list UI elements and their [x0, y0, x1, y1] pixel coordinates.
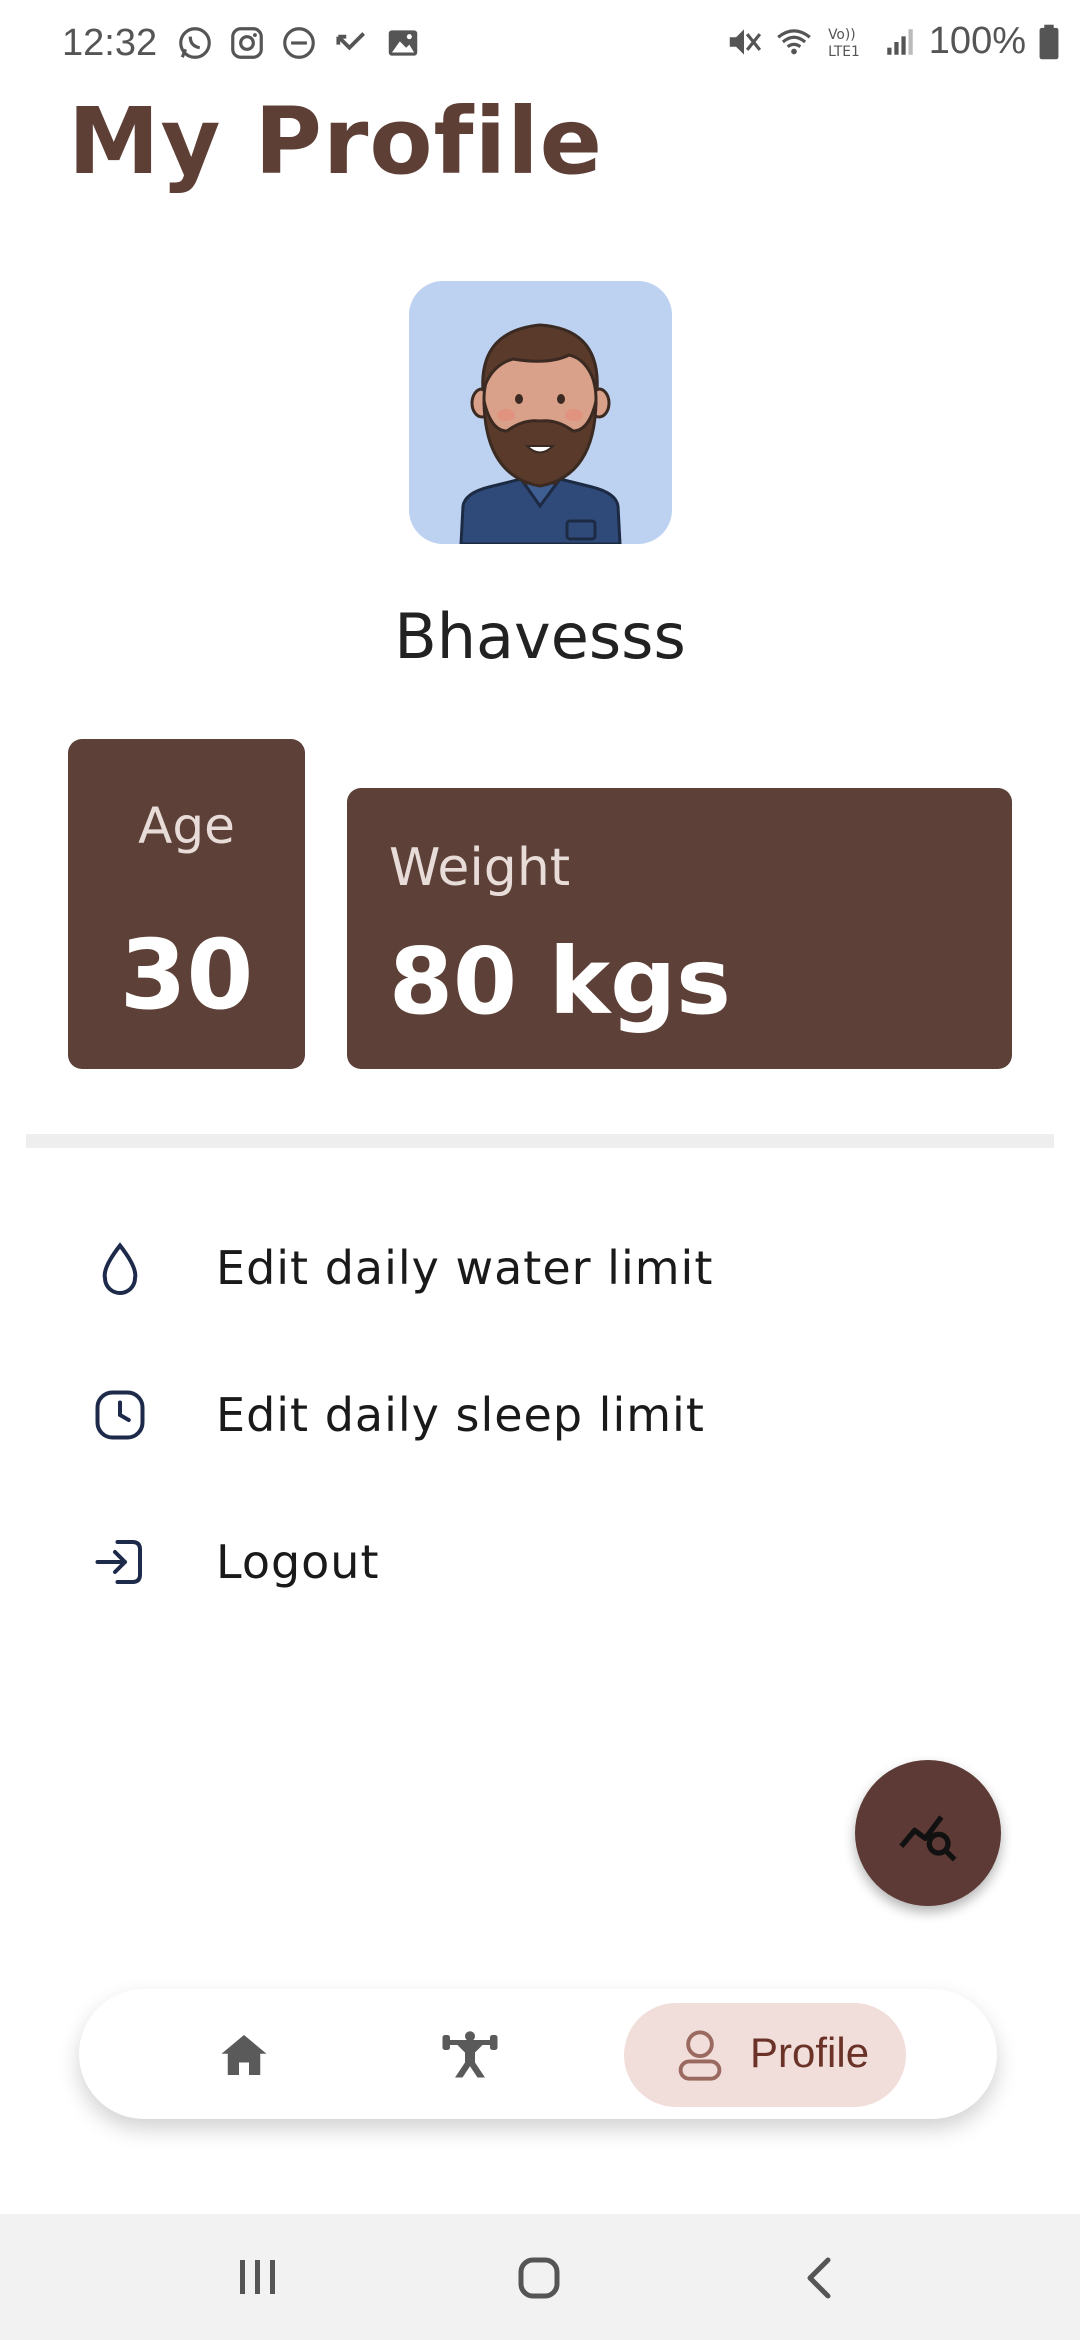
weight-card: Weight 80 kgs: [347, 788, 1012, 1069]
bearded-man-avatar: [459, 323, 622, 544]
weight-value: 80 kgs: [389, 928, 731, 1035]
home-icon[interactable]: [214, 2025, 274, 2085]
volte-icon: Vo))LTE1: [828, 26, 860, 59]
wifi-icon: [776, 28, 811, 54]
nav-profile-label: Profile: [750, 2029, 870, 2076]
svg-text:Vo)): Vo)): [828, 26, 856, 42]
age-label: Age: [138, 797, 235, 855]
menu-item-logout[interactable]: Logout: [0, 1502, 1080, 1622]
status-bar: 12:32 Vo)) LTE1 100%: [0, 0, 1080, 86]
system-nav-bar: [0, 2214, 1080, 2340]
dnd-icon: [283, 27, 315, 59]
analytics-fab[interactable]: [855, 1760, 1001, 1906]
back-icon[interactable]: [804, 2256, 834, 2300]
page-title: My Profile: [68, 88, 604, 195]
status-time: 12:32: [62, 22, 158, 64]
user-name: Bhavesss: [394, 600, 686, 673]
menu-item-label: Logout: [216, 1535, 380, 1589]
gallery-icon: [388, 30, 418, 56]
whatsapp-icon: [179, 27, 211, 59]
menu-item-label: Edit daily water limit: [216, 1241, 714, 1295]
recents-icon[interactable]: [236, 2256, 280, 2298]
fitness-icon[interactable]: [440, 2025, 500, 2085]
instagram-icon: [231, 27, 263, 59]
age-card: Age 30: [68, 739, 305, 1069]
svg-text:LTE1: LTE1: [828, 43, 860, 59]
battery-percent: 100%: [928, 20, 1026, 62]
missed-call-icon: [336, 32, 366, 51]
age-value: 30: [119, 919, 254, 1031]
menu-item-sleep-limit[interactable]: Edit daily sleep limit: [0, 1355, 1080, 1475]
avatar: [409, 281, 672, 544]
battery-icon: [1039, 24, 1059, 59]
home-button-icon[interactable]: [517, 2256, 561, 2300]
section-divider: [26, 1134, 1054, 1148]
weight-label: Weight: [389, 838, 571, 898]
bottom-nav: Profile: [79, 1989, 997, 2119]
signal-icon: [887, 28, 913, 55]
clock-icon: [95, 1390, 145, 1440]
menu-item-water-limit[interactable]: Edit daily water limit: [0, 1208, 1080, 1328]
person-icon: [678, 2030, 722, 2081]
chart-search-icon: [899, 1815, 957, 1862]
logout-icon: [95, 1540, 142, 1584]
menu-item-label: Edit daily sleep limit: [216, 1388, 705, 1442]
mute-icon: [729, 28, 761, 55]
nav-profile-tab[interactable]: Profile: [624, 2003, 906, 2107]
water-drop-icon: [102, 1242, 138, 1295]
